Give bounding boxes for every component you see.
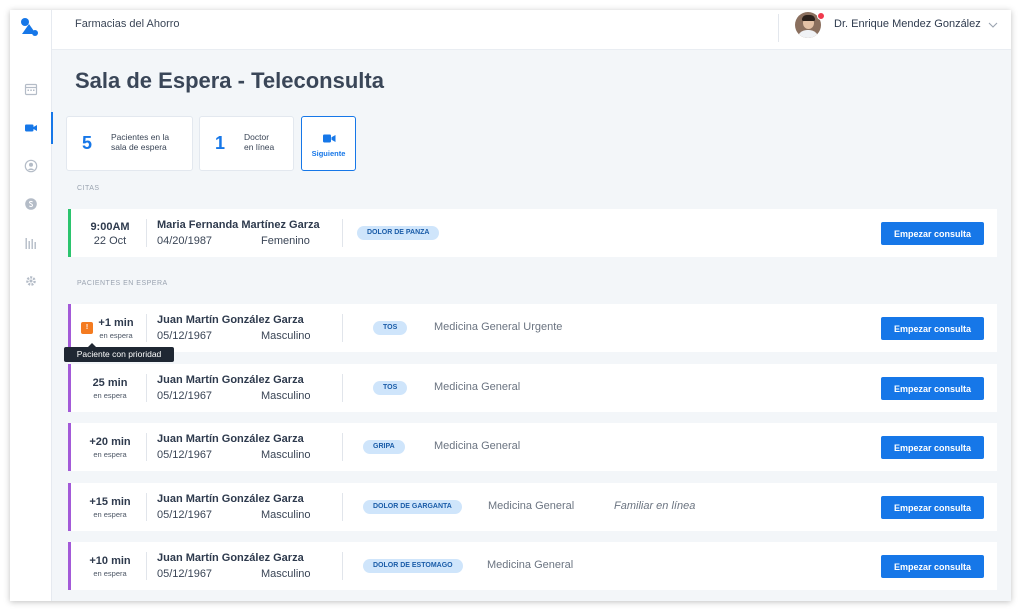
doctors-online-card: 1 Doctor en línea [199, 116, 294, 171]
section-appointments: CITAS [77, 185, 100, 192]
doctors-count: 1 [215, 133, 226, 153]
patient-name: Juan Martín González Garza [157, 433, 304, 445]
specialty: Medicina General Urgente [434, 321, 563, 333]
pharmacy-name: Farmacias del Ahorro [75, 18, 180, 30]
calendar-icon [24, 83, 38, 96]
symptom-tag: DOLOR DE ESTOMAGO [363, 559, 463, 573]
specialty: Medicina General [434, 440, 521, 452]
patient-gender: Masculino [261, 568, 311, 580]
start-consultation-button[interactable]: Empezar consulta [881, 555, 984, 578]
waiting-row: 25 min en espera Juan Martín González Ga… [68, 364, 997, 412]
user-icon [24, 159, 38, 173]
waiting-count-label: Pacientes en la sala de espera [111, 132, 170, 152]
next-patient-button[interactable]: Siguiente [301, 116, 356, 171]
waiting-row: ! +1 min en espera Juan Martín González … [68, 304, 997, 352]
patient-dob: 04/20/1987 [157, 235, 213, 247]
app-window: Farmacias del Ahorro Dr. Enrique Mendez … [10, 10, 1011, 601]
wait-label: en espera [93, 510, 127, 519]
patient-dob: 05/12/1967 [157, 568, 213, 580]
waiting-status-bar [68, 304, 71, 352]
app-logo-icon[interactable] [18, 16, 40, 38]
symptom-tag: DOLOR DE PANZA [357, 226, 440, 240]
wait-time: +15 min [89, 496, 131, 508]
patient-name: Juan Martín González Garza [157, 374, 304, 386]
stats-icon [25, 238, 36, 249]
waiting-row: +10 min en espera Juan Martín González G… [68, 542, 997, 590]
appointment-time: 9:00AM [90, 221, 130, 233]
patient-dob: 05/12/1967 [157, 390, 213, 402]
start-consultation-button[interactable]: Empezar consulta [881, 222, 984, 245]
waiting-count: 5 [82, 133, 93, 153]
page-title: Sala de Espera - Teleconsulta [75, 68, 384, 93]
patient-gender: Masculino [261, 330, 311, 342]
family-online-label: Familiar en línea [614, 500, 696, 512]
wait-label: en espera [93, 450, 127, 459]
billing-icon [25, 198, 37, 210]
sidebar [10, 10, 53, 601]
waiting-status-bar [68, 483, 71, 531]
patient-gender: Masculino [261, 390, 311, 402]
patient-name: Maria Fernanda Martínez Garza [157, 219, 320, 231]
top-bar: Farmacias del Ahorro Dr. Enrique Mendez … [52, 10, 1011, 50]
patient-dob: 05/12/1967 [157, 449, 213, 461]
header-divider [778, 14, 779, 42]
patient-gender: Masculino [261, 509, 311, 521]
sidebar-item-calendar[interactable] [10, 77, 52, 101]
wait-time: +20 min [89, 436, 131, 448]
start-consultation-button[interactable]: Empezar consulta [881, 436, 984, 459]
waiting-status-bar [68, 542, 71, 590]
wait-time: +10 min [89, 555, 131, 567]
symptom-tag: TOS [373, 321, 408, 335]
start-consultation-button[interactable]: Empezar consulta [881, 377, 984, 400]
gear-icon [26, 276, 36, 286]
specialty: Medicina General [488, 500, 575, 512]
patient-gender: Masculino [261, 449, 311, 461]
waiting-row: +15 min en espera Juan Martín González G… [68, 483, 997, 531]
wait-label: en espera [93, 391, 127, 400]
symptom-tag: TOS [373, 381, 408, 395]
doctor-name[interactable]: Dr. Enrique Mendez González [834, 18, 981, 30]
start-consultation-button[interactable]: Empezar consulta [881, 317, 984, 340]
appointment-date: 22 Oct [93, 235, 127, 247]
symptom-tag: DOLOR DE GARGANTA [363, 500, 462, 514]
patient-gender: Femenino [261, 235, 310, 247]
appointment-status-bar [68, 209, 71, 257]
notification-dot [817, 12, 825, 20]
chevron-down-icon[interactable] [988, 20, 998, 30]
wait-time: +1 min [98, 317, 134, 329]
waiting-status-bar [68, 423, 71, 471]
wait-label: en espera [93, 569, 127, 578]
sidebar-item-billing[interactable] [10, 192, 52, 216]
waiting-count-card: 5 Pacientes en la sala de espera [66, 116, 193, 171]
patient-dob: 05/12/1967 [157, 509, 213, 521]
patient-dob: 05/12/1967 [157, 330, 213, 342]
section-waiting: PACIENTES EN ESPERA [77, 280, 168, 287]
next-patient-label: Siguiente [311, 149, 346, 158]
sidebar-item-settings[interactable] [10, 269, 52, 293]
appointment-row: 9:00AM 22 Oct Maria Fernanda Martínez Ga… [68, 209, 997, 257]
patient-name: Juan Martín González Garza [157, 493, 304, 505]
sidebar-item-profile[interactable] [10, 154, 52, 178]
patient-name: Juan Martín González Garza [157, 314, 304, 326]
video-icon [25, 124, 37, 132]
video-icon [323, 134, 336, 143]
waiting-row: +20 min en espera Juan Martín González G… [68, 423, 997, 471]
doctors-online-label: Doctor en línea [244, 132, 275, 152]
patient-name: Juan Martín González Garza [157, 552, 304, 564]
specialty: Medicina General [487, 559, 574, 571]
sidebar-item-teleconsulta[interactable] [10, 112, 53, 144]
specialty: Medicina General [434, 381, 521, 393]
sidebar-item-stats[interactable] [10, 231, 52, 255]
wait-time: 25 min [92, 377, 128, 389]
waiting-status-bar [68, 364, 71, 412]
wait-label: en espera [99, 331, 133, 340]
symptom-tag: GRIPA [363, 440, 405, 454]
start-consultation-button[interactable]: Empezar consulta [881, 496, 984, 519]
priority-tooltip: Paciente con prioridad [64, 343, 174, 362]
